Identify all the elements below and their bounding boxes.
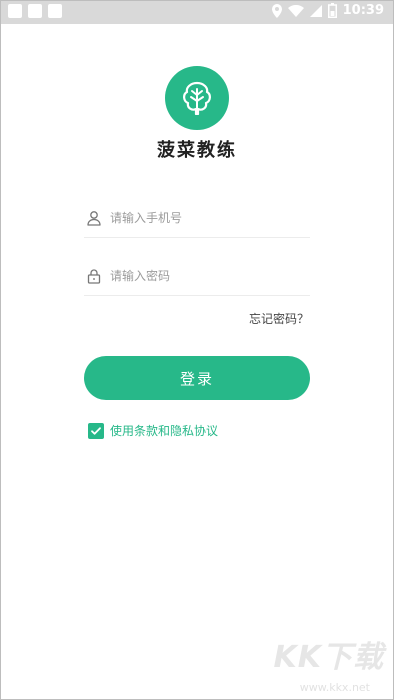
login-button[interactable]: 登录 [84,356,310,400]
signal-icon [309,4,322,17]
app-logo [165,66,229,130]
agreement-checkbox[interactable] [88,422,104,439]
battery-icon [327,3,337,18]
agreement-link[interactable]: 使用条款和隐私协议 [110,422,218,439]
watermark-url: www.kkx.net [299,681,370,694]
password-field [84,256,310,296]
wifi-icon [287,4,304,17]
notification-icon [28,4,42,18]
system-icons: 10:39 [271,3,384,18]
user-icon [87,210,101,226]
watermark-logo: KK下载 [273,640,384,675]
status-time: 10:39 [342,3,384,18]
notification-icons [8,4,62,18]
check-icon [91,426,101,435]
status-bar: 10:39 [0,0,394,24]
phone-input[interactable] [110,207,300,228]
leaf-icon [183,81,211,115]
password-input[interactable] [110,265,300,286]
notification-icon [48,4,62,18]
forgot-password-link[interactable]: 忘记密码？ [249,310,309,327]
notification-icon [8,4,22,18]
location-icon [271,3,282,18]
agreement-row: 使用条款和隐私协议 [88,422,218,439]
phone-field [84,198,310,238]
app-name: 菠菜教练 [157,140,237,161]
lock-icon [87,268,101,284]
